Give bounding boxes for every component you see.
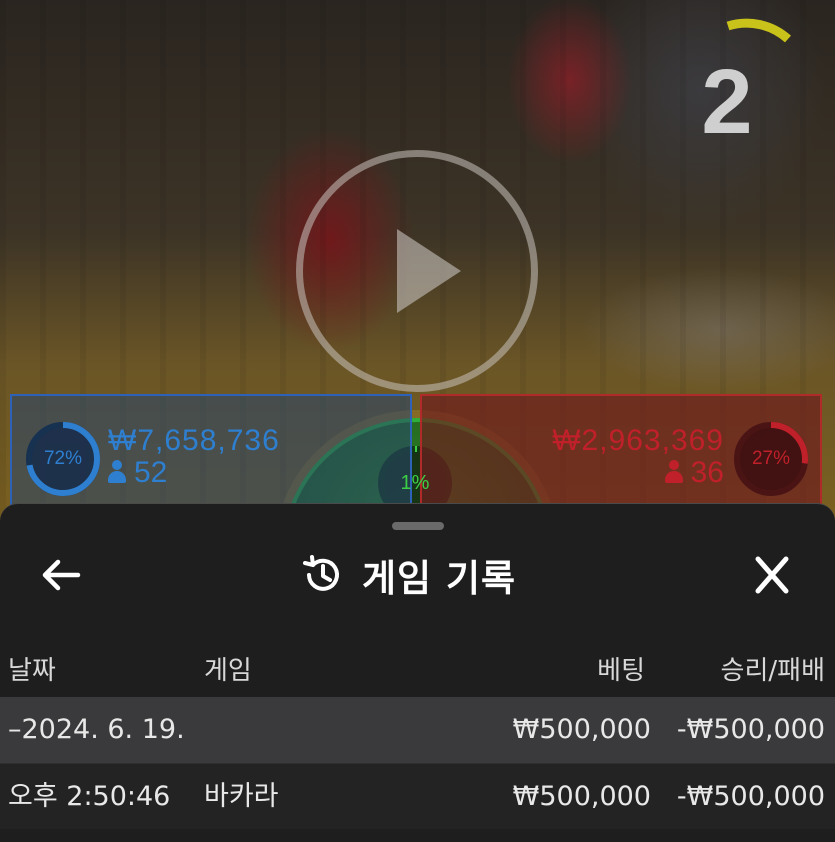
row-result: -₩500,000 bbox=[676, 714, 825, 745]
sheet-header: 게임 기록 bbox=[0, 534, 835, 616]
column-header-game: 게임 bbox=[204, 656, 252, 686]
person-icon bbox=[108, 460, 126, 484]
history-row[interactable]: –2024. 6. 19. ₩500,000 -₩500,000 bbox=[0, 697, 835, 763]
history-row[interactable]: 오후 2:50:46 바카라 ₩500,000 -₩500,000 bbox=[0, 763, 835, 829]
column-header-date: 날짜 bbox=[8, 656, 56, 686]
play-button[interactable] bbox=[296, 150, 538, 392]
banker-count-value: 36 bbox=[690, 456, 724, 489]
arrow-left-icon bbox=[42, 559, 81, 591]
banker-count: 36 bbox=[664, 456, 724, 490]
row-date: 오후 2:50:46 bbox=[8, 781, 171, 812]
back-button[interactable] bbox=[30, 550, 94, 600]
player-total-amount: ₩7,658,736 bbox=[108, 424, 280, 457]
banker-total-amount: ₩2,963,369 bbox=[552, 424, 724, 457]
row-bet: ₩500,000 bbox=[512, 781, 651, 812]
row-bet: ₩500,000 bbox=[512, 714, 651, 745]
person-icon bbox=[664, 460, 683, 484]
countdown-number: 2 bbox=[701, 51, 753, 153]
sheet-title-group: 게임 기록 bbox=[300, 550, 516, 600]
row-date: –2024. 6. 19. bbox=[8, 714, 185, 745]
history-icon bbox=[303, 555, 339, 591]
sheet-title: 게임 기록 bbox=[362, 557, 517, 600]
column-header-result: 승리/패배 bbox=[720, 656, 825, 686]
play-icon bbox=[397, 229, 461, 313]
sheet-drag-handle[interactable] bbox=[392, 522, 444, 530]
player-count: 52 bbox=[108, 456, 167, 490]
column-header-bet: 베팅 bbox=[597, 656, 645, 686]
row-game: 바카라 bbox=[204, 781, 279, 812]
player-bet-panel[interactable]: 72% ₩7,658,736 52 bbox=[10, 394, 412, 514]
banker-percent: 27% bbox=[751, 448, 791, 469]
row-result: -₩500,000 bbox=[676, 781, 825, 812]
game-history-sheet: 게임 기록 날짜 게임 베팅 승리/패배 –2024. 6. 19. ₩500,… bbox=[0, 503, 835, 842]
player-percent: 72% bbox=[43, 448, 83, 469]
player-count-value: 52 bbox=[134, 456, 168, 489]
close-icon bbox=[755, 556, 789, 594]
banker-bet-panel[interactable]: ₩2,963,369 36 27% bbox=[420, 394, 822, 514]
close-button[interactable] bbox=[740, 550, 804, 600]
